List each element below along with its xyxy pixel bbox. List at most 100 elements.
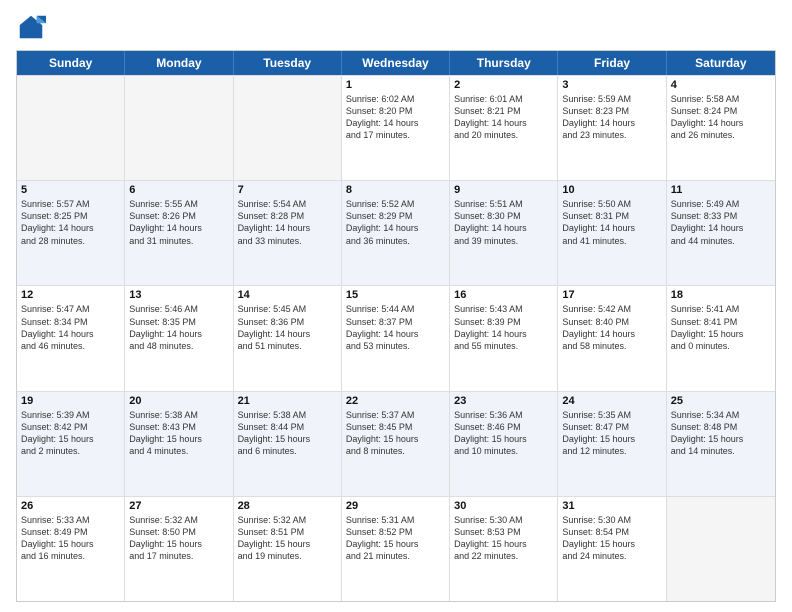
day-info: Sunrise: 5:32 AM Sunset: 8:50 PM Dayligh… bbox=[129, 514, 228, 563]
calendar-cell: 21Sunrise: 5:38 AM Sunset: 8:44 PM Dayli… bbox=[234, 392, 342, 496]
header bbox=[16, 12, 776, 42]
logo-icon bbox=[16, 12, 46, 42]
day-number: 5 bbox=[21, 184, 120, 196]
day-number: 21 bbox=[238, 395, 337, 407]
day-info: Sunrise: 6:02 AM Sunset: 8:20 PM Dayligh… bbox=[346, 93, 445, 142]
calendar-cell bbox=[17, 76, 125, 180]
calendar-body: 1 Sunrise: 6:02 AM Sunset: 8:20 PM Daylig… bbox=[17, 75, 775, 601]
day-info: Sunrise: 5:45 AM Sunset: 8:36 PM Dayligh… bbox=[238, 303, 337, 352]
day-number: 4 bbox=[671, 79, 771, 91]
day-number: 19 bbox=[21, 395, 120, 407]
day-info: Sunrise: 6:01 AM Sunset: 8:21 PM Dayligh… bbox=[454, 93, 553, 142]
day-info: Sunrise: 5:35 AM Sunset: 8:47 PM Dayligh… bbox=[562, 409, 661, 458]
calendar-header-cell: Sunday bbox=[17, 51, 125, 75]
day-number: 24 bbox=[562, 395, 661, 407]
day-number: 22 bbox=[346, 395, 445, 407]
calendar-cell bbox=[234, 76, 342, 180]
calendar-cell: 30 Sunrise: 5:30 AM Sunset: 8:53 PM Dayli… bbox=[450, 497, 558, 601]
day-info: Sunrise: 5:36 AM Sunset: 8:46 PM Dayligh… bbox=[454, 409, 553, 458]
calendar-cell: 26Sunrise: 5:33 AM Sunset: 8:49 PM Dayli… bbox=[17, 497, 125, 601]
calendar-cell: 9 Sunrise: 5:51 AM Sunset: 8:30 PM Daylig… bbox=[450, 181, 558, 285]
day-number: 10 bbox=[562, 184, 661, 196]
calendar-cell: 13 Sunrise: 5:46 AM Sunset: 8:35 PM Dayli… bbox=[125, 286, 233, 390]
day-number: 3 bbox=[562, 79, 661, 91]
calendar-row: 19 Sunrise: 5:39 AM Sunset: 8:42 PM Dayli… bbox=[17, 391, 775, 496]
day-info: Sunrise: 5:37 AM Sunset: 8:45 PM Dayligh… bbox=[346, 409, 445, 458]
day-number: 13 bbox=[129, 289, 228, 301]
calendar-cell: 16 Sunrise: 5:43 AM Sunset: 8:39 PM Dayli… bbox=[450, 286, 558, 390]
calendar-row: 12Sunrise: 5:47 AM Sunset: 8:34 PM Dayli… bbox=[17, 285, 775, 390]
calendar-cell: 17 Sunrise: 5:42 AM Sunset: 8:40 PM Dayli… bbox=[558, 286, 666, 390]
calendar-header-row: SundayMondayTuesdayWednesdayThursdayFrid… bbox=[17, 51, 775, 75]
calendar-cell: 10 Sunrise: 5:50 AM Sunset: 8:31 PM Dayli… bbox=[558, 181, 666, 285]
day-number: 8 bbox=[346, 184, 445, 196]
calendar-cell: 7Sunrise: 5:54 AM Sunset: 8:28 PM Daylig… bbox=[234, 181, 342, 285]
day-info: Sunrise: 5:46 AM Sunset: 8:35 PM Dayligh… bbox=[129, 303, 228, 352]
page: SundayMondayTuesdayWednesdayThursdayFrid… bbox=[0, 0, 792, 612]
day-number: 28 bbox=[238, 500, 337, 512]
day-number: 9 bbox=[454, 184, 553, 196]
calendar: SundayMondayTuesdayWednesdayThursdayFrid… bbox=[16, 50, 776, 602]
day-number: 1 bbox=[346, 79, 445, 91]
day-info: Sunrise: 5:34 AM Sunset: 8:48 PM Dayligh… bbox=[671, 409, 771, 458]
calendar-cell: 2Sunrise: 6:01 AM Sunset: 8:21 PM Daylig… bbox=[450, 76, 558, 180]
calendar-row: 5 Sunrise: 5:57 AM Sunset: 8:25 PM Daylig… bbox=[17, 180, 775, 285]
day-number: 11 bbox=[671, 184, 771, 196]
calendar-row: 26Sunrise: 5:33 AM Sunset: 8:49 PM Dayli… bbox=[17, 496, 775, 601]
day-number: 18 bbox=[671, 289, 771, 301]
calendar-header-cell: Monday bbox=[125, 51, 233, 75]
calendar-header-cell: Tuesday bbox=[234, 51, 342, 75]
day-info: Sunrise: 5:33 AM Sunset: 8:49 PM Dayligh… bbox=[21, 514, 120, 563]
day-number: 30 bbox=[454, 500, 553, 512]
calendar-row: 1 Sunrise: 6:02 AM Sunset: 8:20 PM Daylig… bbox=[17, 75, 775, 180]
day-number: 17 bbox=[562, 289, 661, 301]
day-info: Sunrise: 5:30 AM Sunset: 8:53 PM Dayligh… bbox=[454, 514, 553, 563]
day-info: Sunrise: 5:42 AM Sunset: 8:40 PM Dayligh… bbox=[562, 303, 661, 352]
calendar-cell: 22 Sunrise: 5:37 AM Sunset: 8:45 PM Dayli… bbox=[342, 392, 450, 496]
calendar-cell bbox=[125, 76, 233, 180]
calendar-cell: 1 Sunrise: 6:02 AM Sunset: 8:20 PM Daylig… bbox=[342, 76, 450, 180]
calendar-cell: 6 Sunrise: 5:55 AM Sunset: 8:26 PM Daylig… bbox=[125, 181, 233, 285]
calendar-cell: 4Sunrise: 5:58 AM Sunset: 8:24 PM Daylig… bbox=[667, 76, 775, 180]
day-info: Sunrise: 5:41 AM Sunset: 8:41 PM Dayligh… bbox=[671, 303, 771, 352]
day-number: 20 bbox=[129, 395, 228, 407]
calendar-header-cell: Friday bbox=[558, 51, 666, 75]
day-number: 23 bbox=[454, 395, 553, 407]
calendar-cell: 11 Sunrise: 5:49 AM Sunset: 8:33 PM Dayli… bbox=[667, 181, 775, 285]
calendar-cell: 15Sunrise: 5:44 AM Sunset: 8:37 PM Dayli… bbox=[342, 286, 450, 390]
day-info: Sunrise: 5:52 AM Sunset: 8:29 PM Dayligh… bbox=[346, 198, 445, 247]
day-info: Sunrise: 5:51 AM Sunset: 8:30 PM Dayligh… bbox=[454, 198, 553, 247]
day-info: Sunrise: 5:57 AM Sunset: 8:25 PM Dayligh… bbox=[21, 198, 120, 247]
calendar-cell: 12Sunrise: 5:47 AM Sunset: 8:34 PM Dayli… bbox=[17, 286, 125, 390]
day-info: Sunrise: 5:49 AM Sunset: 8:33 PM Dayligh… bbox=[671, 198, 771, 247]
calendar-cell bbox=[667, 497, 775, 601]
day-info: Sunrise: 5:55 AM Sunset: 8:26 PM Dayligh… bbox=[129, 198, 228, 247]
day-info: Sunrise: 5:47 AM Sunset: 8:34 PM Dayligh… bbox=[21, 303, 120, 352]
calendar-cell: 18 Sunrise: 5:41 AM Sunset: 8:41 PM Dayli… bbox=[667, 286, 775, 390]
day-info: Sunrise: 5:50 AM Sunset: 8:31 PM Dayligh… bbox=[562, 198, 661, 247]
day-info: Sunrise: 5:54 AM Sunset: 8:28 PM Dayligh… bbox=[238, 198, 337, 247]
calendar-cell: 23 Sunrise: 5:36 AM Sunset: 8:46 PM Dayli… bbox=[450, 392, 558, 496]
calendar-cell: 25Sunrise: 5:34 AM Sunset: 8:48 PM Dayli… bbox=[667, 392, 775, 496]
day-info: Sunrise: 5:31 AM Sunset: 8:52 PM Dayligh… bbox=[346, 514, 445, 563]
calendar-header-cell: Saturday bbox=[667, 51, 775, 75]
calendar-cell: 14 Sunrise: 5:45 AM Sunset: 8:36 PM Dayli… bbox=[234, 286, 342, 390]
calendar-cell: 27 Sunrise: 5:32 AM Sunset: 8:50 PM Dayli… bbox=[125, 497, 233, 601]
day-info: Sunrise: 5:39 AM Sunset: 8:42 PM Dayligh… bbox=[21, 409, 120, 458]
calendar-header-cell: Wednesday bbox=[342, 51, 450, 75]
day-info: Sunrise: 5:38 AM Sunset: 8:43 PM Dayligh… bbox=[129, 409, 228, 458]
calendar-cell: 29Sunrise: 5:31 AM Sunset: 8:52 PM Dayli… bbox=[342, 497, 450, 601]
day-number: 31 bbox=[562, 500, 661, 512]
day-info: Sunrise: 5:30 AM Sunset: 8:54 PM Dayligh… bbox=[562, 514, 661, 563]
calendar-cell: 28 Sunrise: 5:32 AM Sunset: 8:51 PM Dayli… bbox=[234, 497, 342, 601]
logo bbox=[16, 12, 50, 42]
calendar-cell: 24 Sunrise: 5:35 AM Sunset: 8:47 PM Dayli… bbox=[558, 392, 666, 496]
day-number: 16 bbox=[454, 289, 553, 301]
day-info: Sunrise: 5:43 AM Sunset: 8:39 PM Dayligh… bbox=[454, 303, 553, 352]
calendar-cell: 8 Sunrise: 5:52 AM Sunset: 8:29 PM Daylig… bbox=[342, 181, 450, 285]
day-number: 27 bbox=[129, 500, 228, 512]
day-number: 6 bbox=[129, 184, 228, 196]
day-info: Sunrise: 5:32 AM Sunset: 8:51 PM Dayligh… bbox=[238, 514, 337, 563]
day-number: 14 bbox=[238, 289, 337, 301]
calendar-header-cell: Thursday bbox=[450, 51, 558, 75]
